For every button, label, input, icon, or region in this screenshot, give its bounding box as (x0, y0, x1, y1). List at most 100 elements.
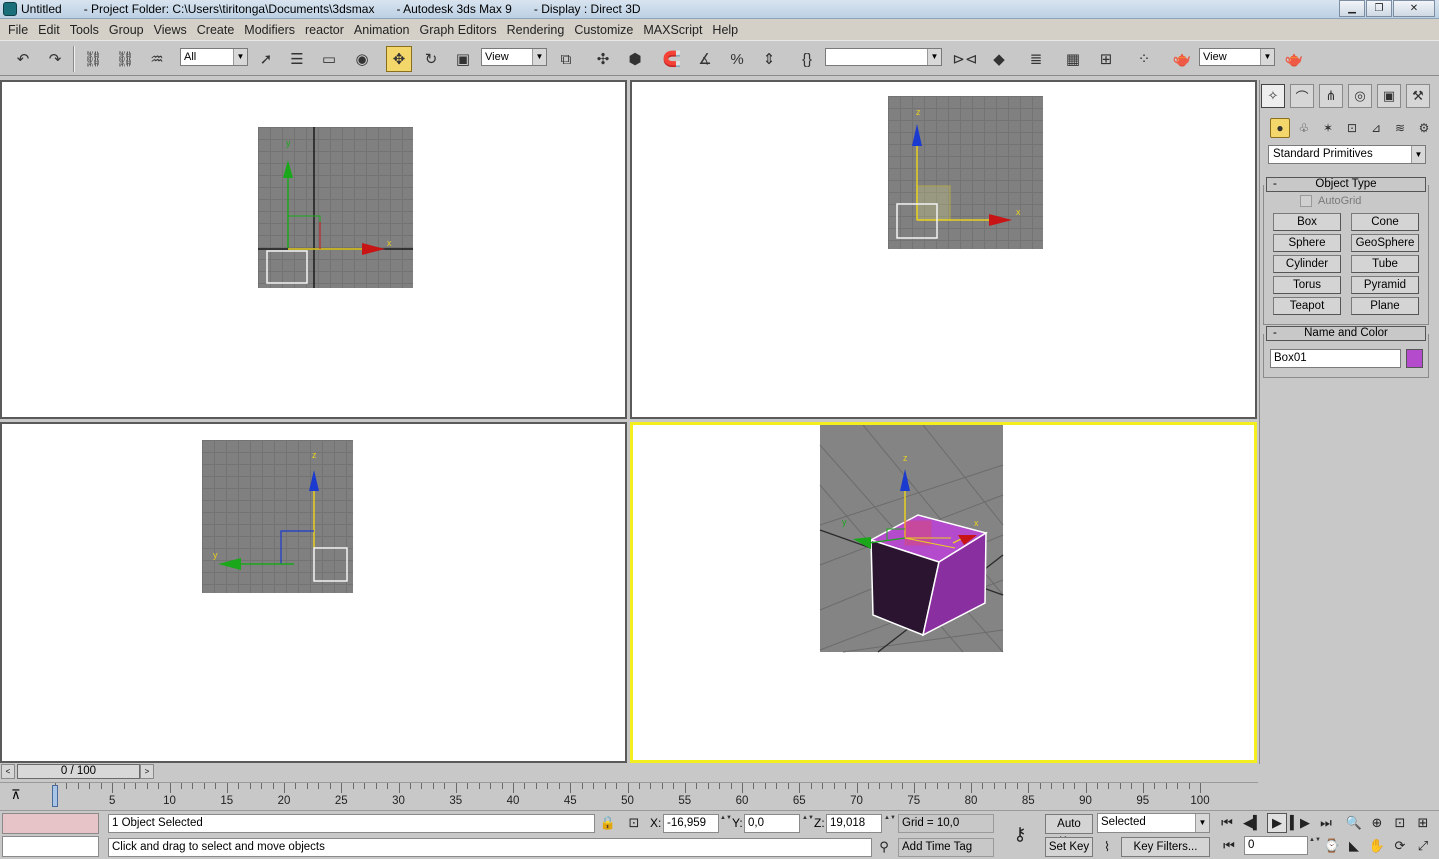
y-coordinate-input[interactable]: 0,0 (744, 814, 800, 833)
teapot-button[interactable]: Teapot (1273, 297, 1341, 315)
percent-snap-icon[interactable]: % (724, 46, 750, 72)
box-button[interactable]: Box (1273, 213, 1341, 231)
motion-tab-icon[interactable]: ◎ (1348, 84, 1372, 108)
material-editor-icon[interactable]: ⁘ (1131, 46, 1157, 72)
tube-button[interactable]: Tube (1351, 255, 1419, 273)
cone-button[interactable]: Cone (1351, 213, 1419, 231)
bind-to-space-warp-icon[interactable]: ♒ (144, 46, 170, 72)
select-and-link-icon[interactable]: ⛓ (80, 46, 106, 72)
plane-button[interactable]: Plane (1351, 297, 1419, 315)
cameras-icon[interactable]: ⊡ (1342, 118, 1362, 138)
menu-group[interactable]: Group (104, 23, 149, 37)
menu-modifiers[interactable]: Modifiers (239, 23, 300, 37)
add-time-tag-button[interactable]: Add Time Tag (898, 838, 994, 857)
window-crossing-icon[interactable]: ◉ (349, 46, 375, 72)
maximize-viewport-icon[interactable]: ⤢ (1413, 836, 1433, 856)
reference-coordinate-dropdown[interactable]: View ▼ (481, 48, 547, 66)
menu-maxscript[interactable]: MAXScript (638, 23, 707, 37)
helpers-icon[interactable]: ⊿ (1366, 118, 1386, 138)
pivot-center-icon[interactable]: ⧉ (553, 46, 579, 72)
select-and-move-icon[interactable]: ✥ (386, 46, 412, 72)
viewport-left[interactable]: z y (0, 422, 627, 763)
sphere-button[interactable]: Sphere (1273, 234, 1341, 252)
systems-icon[interactable]: ⚙ (1414, 118, 1434, 138)
align-icon[interactable]: ◆ (986, 46, 1012, 72)
schematic-view-icon[interactable]: ⊞ (1093, 46, 1119, 72)
torus-button[interactable]: Torus (1273, 276, 1341, 294)
spinner-snap-icon[interactable]: ⇕ (756, 46, 782, 72)
default-in-out-tangent-icon[interactable]: ⌇ (1097, 837, 1117, 857)
shapes-icon[interactable]: ♧ (1294, 118, 1314, 138)
viewport-perspective[interactable]: z y x (630, 422, 1257, 763)
x-coordinate-input[interactable]: -16,959 (663, 814, 719, 833)
geosphere-button[interactable]: GeoSphere (1351, 234, 1419, 252)
select-and-scale-icon[interactable]: ▣ (450, 46, 476, 72)
zoom-extents-all-icon[interactable]: ⊞ (1413, 813, 1433, 833)
next-frame-icon[interactable]: > (140, 764, 154, 779)
keyboard-shortcut-override-icon[interactable]: ⬢ (622, 46, 648, 72)
redo-icon[interactable]: ↷ (42, 46, 68, 72)
rectangular-selection-icon[interactable]: ▭ (316, 46, 342, 72)
menu-reactor[interactable]: reactor (300, 23, 349, 37)
viewport-top[interactable]: y x (0, 80, 627, 419)
maximize-button[interactable]: ❐ (1366, 0, 1392, 17)
minimize-button[interactable]: ▁ (1339, 0, 1365, 17)
zoom-icon[interactable]: 🔍 (1344, 813, 1364, 833)
app-logo-icon[interactable] (3, 2, 17, 16)
curve-editor-icon[interactable]: ▦ (1060, 46, 1086, 72)
render-view-dropdown[interactable]: View ▼ (1199, 48, 1275, 66)
layer-manager-icon[interactable]: ≣ (1023, 46, 1049, 72)
auto-key-button[interactable]: Auto Key (1045, 814, 1093, 848)
arc-rotate-icon[interactable]: ⟳ (1390, 836, 1410, 856)
frame-spinner-icon[interactable]: ▲▼ (1309, 836, 1321, 854)
modify-tab-icon[interactable]: ⌒ (1290, 84, 1314, 108)
z-spinner-icon[interactable]: ▲▼ (884, 814, 896, 832)
field-of-view-icon[interactable]: ◣ (1344, 836, 1364, 856)
object-name-input[interactable]: Box01 (1270, 349, 1401, 368)
key-mode-toggle-icon[interactable]: ⏮ (1219, 836, 1239, 856)
select-object-icon[interactable]: ➚ (253, 46, 279, 72)
undo-icon[interactable]: ↶ (10, 46, 36, 72)
object-type-rollout-header[interactable]: - Object Type (1266, 177, 1426, 192)
zoom-extents-icon[interactable]: ⊡ (1390, 813, 1410, 833)
menu-file[interactable]: File (3, 23, 33, 37)
angle-snap-icon[interactable]: ∡ (692, 46, 718, 72)
quick-render-icon[interactable]: 🫖 (1281, 46, 1307, 72)
absolute-mode-transform-icon[interactable]: ⊡ (624, 813, 644, 833)
cylinder-button[interactable]: Cylinder (1273, 255, 1341, 273)
hierarchy-tab-icon[interactable]: ⋔ (1319, 84, 1343, 108)
snaps-toggle-icon[interactable]: 🧲 (659, 46, 685, 72)
set-key-button[interactable]: Set Key (1045, 837, 1093, 857)
select-by-name-icon[interactable]: ☰ (284, 46, 310, 72)
selection-filter-dropdown[interactable]: All ▼ (180, 48, 248, 66)
menu-tools[interactable]: Tools (65, 23, 104, 37)
lights-icon[interactable]: ✶ (1318, 118, 1338, 138)
space-warps-icon[interactable]: ≋ (1390, 118, 1410, 138)
autogrid-checkbox[interactable]: AutoGrid (1300, 195, 1361, 207)
render-scene-dialog-icon[interactable]: 🫖 (1169, 46, 1195, 72)
previous-key-icon[interactable]: ◀▍ (1243, 813, 1263, 833)
z-coordinate-input[interactable]: 19,018 (826, 814, 882, 833)
time-tag-icon[interactable]: ⚲ (874, 837, 894, 857)
current-frame-marker[interactable] (52, 785, 58, 807)
key-filters-button[interactable]: Key Filters... (1121, 837, 1210, 857)
key-mode-dropdown[interactable]: Selected ▼ (1097, 813, 1210, 833)
x-spinner-icon[interactable]: ▲▼ (720, 814, 732, 832)
time-configuration-icon[interactable]: ⌚ (1322, 836, 1342, 856)
utilities-tab-icon[interactable]: ⚒ (1406, 84, 1430, 108)
go-to-end-icon[interactable]: ⏭ (1316, 813, 1336, 833)
menu-graph-editors[interactable]: Graph Editors (415, 23, 502, 37)
select-and-manipulate-icon[interactable]: ✣ (590, 46, 616, 72)
time-slider-thumb[interactable]: 0 / 100 (17, 764, 140, 779)
geometry-icon[interactable]: ● (1270, 118, 1290, 138)
maxscript-input[interactable] (2, 836, 99, 857)
menu-rendering[interactable]: Rendering (502, 23, 570, 37)
unlink-selection-icon[interactable]: ⛓ (112, 46, 138, 72)
pyramid-button[interactable]: Pyramid (1351, 276, 1419, 294)
previous-frame-icon[interactable]: < (1, 764, 15, 779)
menu-help[interactable]: Help (707, 23, 743, 37)
play-icon[interactable]: ▶ (1267, 813, 1287, 833)
name-and-color-rollout-header[interactable]: - Name and Color (1266, 326, 1426, 341)
set-key-icon[interactable]: ⚷ (1004, 821, 1036, 847)
open-mini-curve-editor-icon[interactable]: ⊼ (11, 787, 31, 805)
